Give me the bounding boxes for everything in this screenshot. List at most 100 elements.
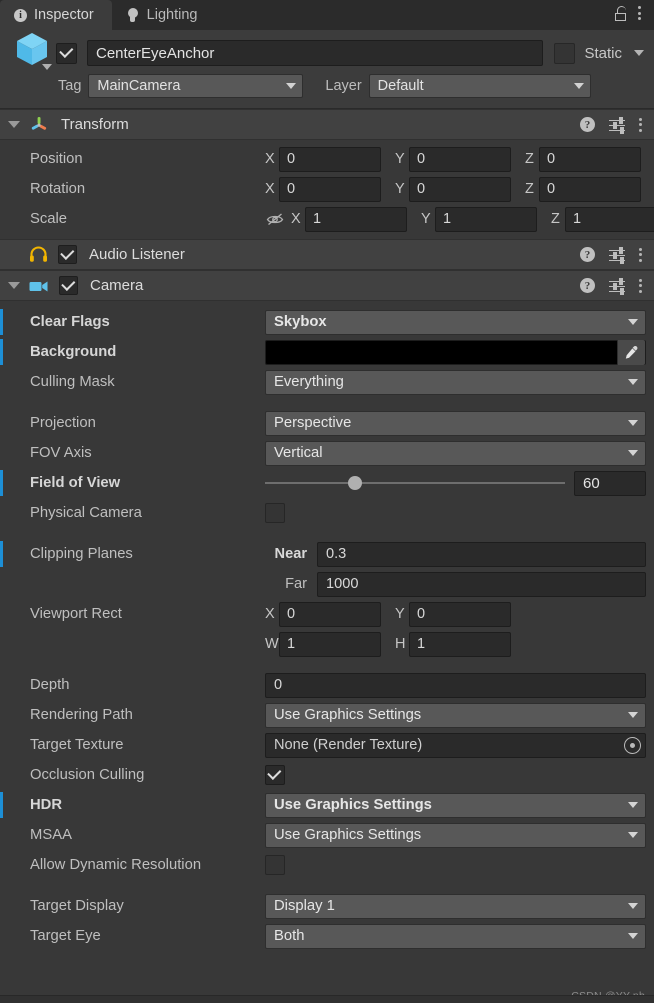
gameobject-name-input[interactable]: CenterEyeAnchor	[87, 40, 544, 66]
axis-label-z: Z	[551, 211, 560, 227]
property-label: Position	[30, 151, 83, 167]
property-label: Clear Flags	[30, 314, 110, 330]
component-header-actions: ?	[580, 247, 643, 264]
kebab-menu-icon[interactable]	[639, 278, 643, 294]
target-display-dropdown[interactable]: Display 1	[265, 893, 646, 919]
audio-listener-enabled-checkbox[interactable]	[58, 245, 77, 264]
kebab-menu-icon[interactable]	[638, 5, 642, 21]
component-header-transform[interactable]: Transform ?	[0, 109, 654, 140]
axis-label-h: H	[395, 636, 406, 652]
static-checkbox[interactable]	[554, 42, 576, 64]
physical-camera-checkbox[interactable]	[265, 503, 285, 523]
static-label: Static	[584, 44, 622, 62]
foldout-arrow-icon[interactable]	[8, 121, 20, 128]
window-bottom-bar	[0, 995, 654, 1003]
gameobject-active-checkbox[interactable]	[56, 42, 77, 64]
property-row-rendering-path: Rendering Path Use Graphics Settings	[0, 700, 654, 730]
target-texture-object-field[interactable]: None (Render Texture)	[265, 732, 646, 758]
tab-inspector-label: Inspector	[34, 7, 94, 23]
tab-inspector[interactable]: i Inspector	[0, 0, 112, 30]
tag-layer-row: Tag MainCamera Layer Default	[10, 73, 644, 99]
hdr-dropdown[interactable]: Use Graphics Settings	[265, 792, 646, 818]
slider-handle[interactable]	[347, 476, 362, 490]
transform-gizmo-icon	[31, 116, 47, 130]
preset-settings-icon[interactable]	[609, 278, 625, 295]
depth-input[interactable]: 0	[265, 672, 646, 698]
help-icon[interactable]: ?	[580, 278, 595, 293]
help-icon[interactable]: ?	[580, 117, 595, 132]
occlusion-culling-checkbox[interactable]	[265, 765, 285, 785]
constrain-proportions-off-icon[interactable]	[265, 212, 285, 226]
tag-label: Tag	[58, 78, 82, 94]
rotation-y-input[interactable]: 0	[409, 176, 511, 202]
axis-label-x: X	[265, 181, 275, 197]
background-color-swatch[interactable]	[265, 339, 646, 365]
rendering-path-dropdown[interactable]: Use Graphics Settings	[265, 702, 646, 728]
gameobject-cube-icon[interactable]	[12, 31, 56, 75]
rotation-x-input[interactable]: 0	[279, 176, 381, 202]
eyedropper-icon[interactable]	[617, 339, 645, 365]
viewport-x-input[interactable]: 0	[279, 601, 381, 627]
component-header-audio-listener[interactable]: Audio Listener ?	[0, 239, 654, 270]
scale-z-input[interactable]: 1	[565, 206, 654, 232]
fov-axis-dropdown[interactable]: Vertical	[265, 440, 646, 466]
kebab-menu-icon[interactable]	[639, 117, 643, 133]
scale-x-input[interactable]: 1	[305, 206, 407, 232]
help-icon[interactable]: ?	[580, 247, 595, 262]
object-picker-icon[interactable]	[624, 736, 641, 754]
gameobject-name-row: CenterEyeAnchor Static	[10, 33, 644, 70]
chevron-down-icon	[628, 933, 638, 939]
rotation-z-input[interactable]: 0	[539, 176, 641, 202]
viewport-h-input[interactable]: 1	[409, 631, 511, 657]
allow-dynamic-resolution-checkbox[interactable]	[265, 855, 285, 875]
chevron-down-icon	[573, 83, 584, 89]
field-of-view-slider[interactable]	[265, 471, 565, 496]
position-x-input[interactable]: 0	[279, 146, 381, 172]
component-header-camera[interactable]: Camera ?	[0, 270, 654, 301]
camera-enabled-checkbox[interactable]	[59, 276, 78, 295]
layer-dropdown[interactable]: Default	[368, 74, 591, 98]
tab-lighting[interactable]: Lighting	[112, 0, 216, 30]
property-row-target-texture: Target Texture None (Render Texture)	[0, 730, 654, 760]
projection-dropdown[interactable]: Perspective	[265, 410, 646, 436]
position-z-input[interactable]: 0	[539, 146, 641, 172]
msaa-dropdown[interactable]: Use Graphics Settings	[265, 822, 646, 848]
foldout-arrow-icon[interactable]	[8, 282, 20, 289]
position-y-input[interactable]: 0	[409, 146, 511, 172]
gameobject-header: CenterEyeAnchor Static Tag MainCamera La…	[0, 30, 654, 109]
gameobject-icon-dropdown-arrow[interactable]	[42, 64, 52, 70]
clipping-far-input[interactable]: 1000	[317, 571, 646, 597]
prefab-override-bar	[0, 541, 3, 567]
preset-settings-icon[interactable]	[609, 117, 625, 134]
culling-mask-dropdown[interactable]: Everything	[265, 369, 646, 395]
preset-settings-icon[interactable]	[609, 247, 625, 264]
tag-dropdown[interactable]: MainCamera	[88, 74, 304, 98]
axis-label-y: Y	[421, 211, 431, 227]
field-of-view-input[interactable]: 60	[574, 470, 646, 496]
viewport-w-input[interactable]: 1	[279, 631, 381, 657]
clipping-near-input[interactable]: 0.3	[317, 541, 646, 567]
chevron-down-icon	[628, 903, 638, 909]
scale-y-input[interactable]: 1	[435, 206, 537, 232]
vector3-field: X 0 Y 0 Z 0	[265, 146, 646, 172]
kebab-menu-icon[interactable]	[639, 247, 643, 263]
lock-icon[interactable]	[614, 5, 628, 21]
component-title: Camera	[90, 277, 144, 294]
property-row-rotation: Rotation X 0 Y 0 Z 0	[0, 174, 654, 204]
viewport-y-input[interactable]: 0	[409, 601, 511, 627]
property-label: Target Texture	[30, 737, 124, 753]
property-label: Culling Mask	[30, 374, 115, 390]
transform-properties: Position X 0 Y 0 Z 0 Rotation X 0 Y 0 Z …	[0, 140, 654, 239]
property-label: FOV Axis	[30, 445, 92, 461]
property-row-allow-dynamic-resolution: Allow Dynamic Resolution	[0, 850, 654, 880]
static-chevron-down-icon[interactable]	[634, 50, 644, 56]
gameobject-name-value: CenterEyeAnchor	[96, 44, 215, 62]
property-label: Depth	[30, 677, 70, 693]
clear-flags-dropdown[interactable]: Skybox	[265, 309, 646, 335]
target-eye-dropdown[interactable]: Both	[265, 923, 646, 949]
target-display-value: Display 1	[274, 898, 335, 914]
prefab-override-bar	[0, 792, 3, 818]
component-header-actions: ?	[580, 278, 643, 295]
